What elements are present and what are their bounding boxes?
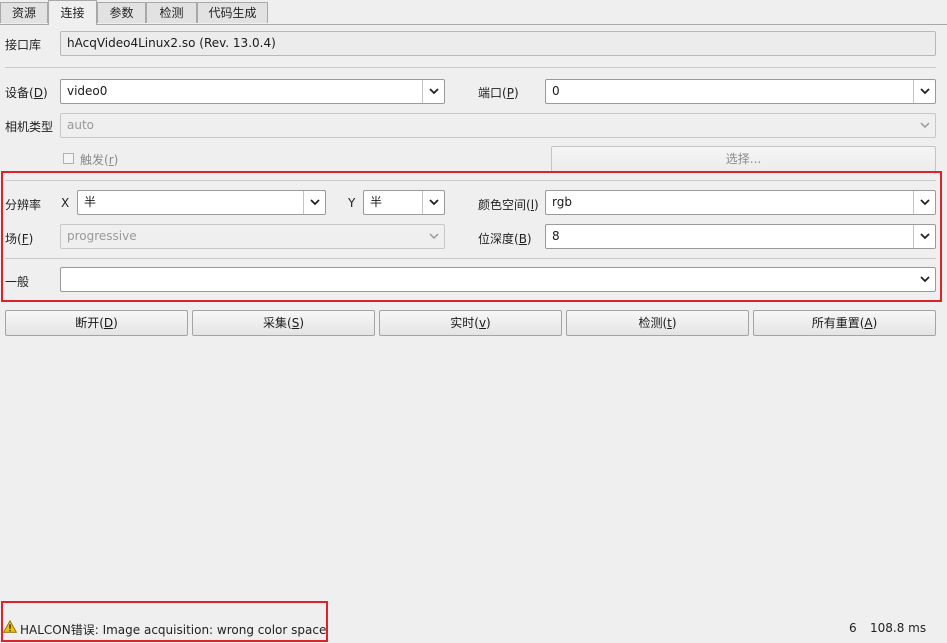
resolution-label: 分辨率	[5, 198, 42, 212]
tab-parameters[interactable]: 参数	[97, 2, 146, 23]
trigger-checkbox	[63, 153, 74, 164]
color-space-label: 颜色空间(l)	[478, 198, 539, 212]
color-space-combo[interactable]: rgb	[545, 190, 936, 215]
device-value: video0	[67, 84, 108, 98]
interface-label: 接口库	[5, 38, 42, 52]
warning-icon	[2, 619, 18, 633]
tab-inspect[interactable]: 检测	[146, 2, 197, 23]
bit-depth-label: 位深度(B)	[478, 232, 532, 246]
status-message: HALCON错误: Image acquisition: wrong color…	[20, 623, 327, 637]
field-combo: progressive	[60, 224, 445, 249]
separator	[5, 258, 936, 259]
chevron-down-icon	[914, 114, 935, 137]
resolution-x-value: 半	[84, 195, 97, 209]
interface-field: hAcqVideo4Linux2.so (Rev. 13.0.4)	[60, 31, 936, 56]
snap-button[interactable]: 采集(S)	[192, 310, 375, 336]
resolution-x-label: X	[61, 196, 70, 210]
status-time: 108.8 ms	[870, 621, 927, 635]
camera-type-label: 相机类型	[5, 120, 54, 134]
resolution-x-combo[interactable]: 半	[77, 190, 326, 215]
trigger-label: 触发(r)	[80, 153, 119, 167]
live-button[interactable]: 实时(v)	[379, 310, 562, 336]
status-count: 6	[849, 621, 857, 635]
select-button: 选择...	[551, 146, 936, 172]
field-value: progressive	[67, 229, 137, 243]
chevron-down-icon[interactable]	[422, 191, 444, 214]
chevron-down-icon[interactable]	[422, 80, 444, 103]
port-value: 0	[552, 84, 560, 98]
bit-depth-value: 8	[552, 229, 560, 243]
resolution-y-value: 半	[370, 195, 383, 209]
camera-type-combo: auto	[60, 113, 936, 138]
general-label: 一般	[5, 275, 30, 289]
camera-type-value: auto	[67, 118, 95, 132]
tab-connection[interactable]: 连接	[48, 0, 97, 25]
separator	[5, 67, 936, 68]
disconnect-button[interactable]: 断开(D)	[5, 310, 188, 336]
device-label: 设备(D)	[5, 86, 48, 100]
tab-resources[interactable]: 资源	[0, 2, 48, 23]
port-label: 端口(P)	[478, 86, 519, 100]
chevron-down-icon[interactable]	[914, 268, 935, 291]
chevron-down-icon	[423, 225, 444, 248]
general-combo[interactable]	[60, 267, 936, 292]
separator	[5, 180, 936, 181]
tab-code-generation[interactable]: 代码生成	[197, 2, 268, 23]
bit-depth-combo[interactable]: 8	[545, 224, 936, 249]
detect-button[interactable]: 检测(t)	[566, 310, 749, 336]
resolution-y-label: Y	[348, 196, 356, 210]
chevron-down-icon[interactable]	[303, 191, 325, 214]
chevron-down-icon[interactable]	[913, 225, 935, 248]
chevron-down-icon[interactable]	[913, 191, 935, 214]
reset-all-button[interactable]: 所有重置(A)	[753, 310, 936, 336]
field-label: 场(F)	[5, 232, 34, 246]
color-space-value: rgb	[552, 195, 572, 209]
device-combo[interactable]: video0	[60, 79, 445, 104]
resolution-y-combo[interactable]: 半	[363, 190, 445, 215]
port-combo[interactable]: 0	[545, 79, 936, 104]
chevron-down-icon[interactable]	[913, 80, 935, 103]
